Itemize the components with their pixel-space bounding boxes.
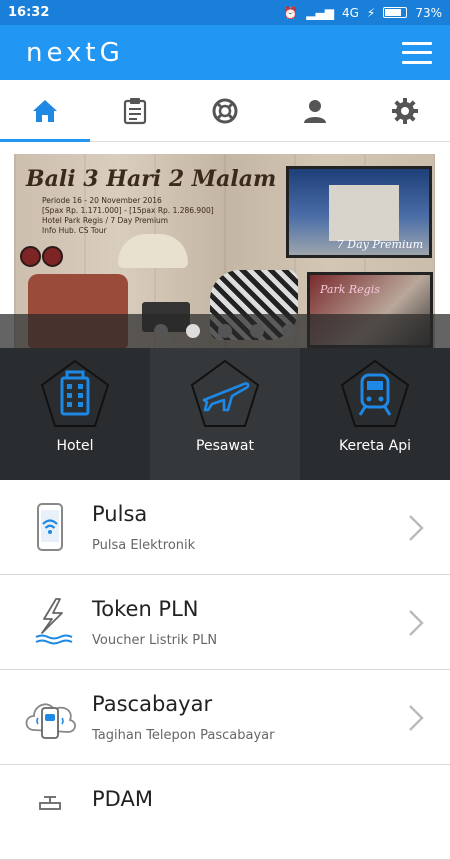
hotel-icon xyxy=(40,359,110,427)
flight-label: Pesawat xyxy=(196,438,254,454)
list-item-pulsa[interactable]: Pulsa Pulsa Elektronik xyxy=(0,480,450,575)
banner-info-line: [Spax Rp. 1.171.000] - [15pax Rp. 1.286.… xyxy=(42,206,214,215)
item-subtitle: Tagihan Telepon Pascabayar xyxy=(92,728,275,743)
hotel-photo-caption: 7 Day Premium xyxy=(336,238,423,251)
lifebuoy-icon xyxy=(212,98,238,123)
banner-info-line: Periode 16 - 20 November 2016 xyxy=(42,196,162,205)
tab-settings[interactable] xyxy=(360,80,450,141)
airplane-icon xyxy=(190,359,260,427)
phone-wifi-icon xyxy=(37,503,63,551)
train-button[interactable]: Kereta Api xyxy=(300,348,450,480)
carousel-dot[interactable] xyxy=(218,324,232,338)
chevron-right-icon xyxy=(409,610,424,636)
banner-info: Periode 16 - 20 November 2016 [Spax Rp. … xyxy=(42,196,232,236)
status-time: 16:32 xyxy=(8,5,50,20)
list-item-token-pln[interactable]: Token PLN Voucher Listrik PLN xyxy=(0,575,450,670)
network-type: 4G xyxy=(341,5,359,20)
home-icon xyxy=(33,99,57,122)
train-icon xyxy=(340,359,410,427)
gear-icon xyxy=(392,97,418,124)
banner-title: Bali 3 Hari 2 Malam xyxy=(26,166,277,192)
list-item-pdam[interactable]: PDAM xyxy=(0,765,450,860)
hotel-button[interactable]: Hotel xyxy=(0,348,150,480)
status-icons: ⏰ ▂▄▆ 4G ⚡ 73% xyxy=(283,6,442,20)
water-tap-icon xyxy=(39,796,61,810)
hotel-photo: 7 Day Premium xyxy=(286,166,432,258)
list-item-pascabayar[interactable]: Pascabayar Tagihan Telepon Pascabayar xyxy=(0,670,450,765)
app-bar: nextG xyxy=(0,25,450,80)
signal-icon: ▂▄▆ xyxy=(306,5,334,20)
carousel-dot[interactable] xyxy=(154,324,168,338)
carousel-dot-active[interactable] xyxy=(186,324,200,338)
tab-bar xyxy=(0,80,450,142)
item-title: Pulsa xyxy=(92,502,148,526)
chevron-right-icon xyxy=(409,705,424,731)
battery-icon xyxy=(383,7,408,18)
train-label: Kereta Api xyxy=(338,438,412,454)
cloud-phone-icon xyxy=(25,703,76,739)
service-list: Pulsa Pulsa Elektronik Token PLN Voucher… xyxy=(0,480,450,860)
chevron-right-icon xyxy=(409,515,424,541)
alarm-icon: ⏰ xyxy=(283,5,299,20)
item-subtitle: Voucher Listrik PLN xyxy=(92,633,218,648)
item-title: Token PLN xyxy=(92,597,199,621)
flight-button[interactable]: Pesawat xyxy=(150,348,300,480)
clipboard-icon xyxy=(123,97,147,124)
hamburger-menu-icon[interactable] xyxy=(402,41,432,64)
lightning-icon xyxy=(35,598,73,645)
carousel-dot[interactable] xyxy=(250,324,264,338)
tab-orders[interactable] xyxy=(90,80,180,141)
carousel-indicator xyxy=(0,314,450,348)
banner-info-line: Hotel Park Regis / 7 Day Premium xyxy=(42,216,169,225)
charging-icon: ⚡ xyxy=(366,5,376,20)
item-title: Pascabayar xyxy=(92,692,213,716)
sunglasses-image xyxy=(20,246,63,267)
tab-help[interactable] xyxy=(180,80,270,141)
app-logo: nextG xyxy=(26,37,124,68)
item-title: PDAM xyxy=(92,787,153,811)
carousel-dot[interactable] xyxy=(282,324,296,338)
tab-home[interactable] xyxy=(0,80,90,142)
item-subtitle: Pulsa Elektronik xyxy=(92,538,196,553)
room-photo-caption: Park Regis xyxy=(320,283,380,296)
tab-profile[interactable] xyxy=(270,80,360,141)
user-icon xyxy=(304,99,326,123)
battery-percent: 73% xyxy=(415,5,442,20)
status-bar: 16:32 ⏰ ▂▄▆ 4G ⚡ 73% xyxy=(0,0,450,25)
travel-categories: Hotel Pesawat Kereta Api xyxy=(0,348,450,480)
hotel-label: Hotel xyxy=(56,438,94,454)
